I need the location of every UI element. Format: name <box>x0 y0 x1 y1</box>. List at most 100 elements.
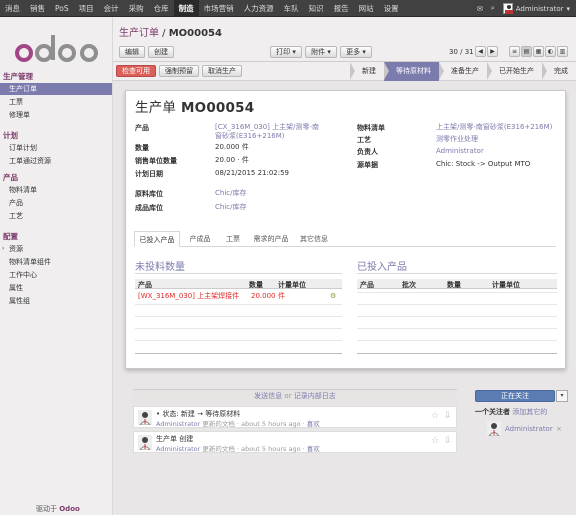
list-view-icon[interactable]: ≡ <box>509 46 520 57</box>
top-menu-item[interactable]: 消息 <box>0 0 25 17</box>
sidebar-item-label: 工票 <box>9 98 23 106</box>
status-step[interactable]: 等待原材料 <box>384 62 439 81</box>
tab[interactable]: 已投入产品 <box>134 231 180 247</box>
kanban-view-icon[interactable]: ▦ <box>533 46 544 57</box>
close-icon[interactable]: × <box>556 425 562 434</box>
previous-record-icon[interactable]: ◀ <box>475 46 486 57</box>
chatter-message: • 状态: 新建 → 等待原材料 Administrator 更新的文档 · ab… <box>133 406 457 428</box>
message-author[interactable]: Administrator <box>156 445 200 453</box>
check-availability-button[interactable]: 检查可用 <box>116 65 156 77</box>
sidebar-item[interactable]: 产品 <box>0 197 112 209</box>
table-row-uom[interactable]: 件 <box>278 292 285 301</box>
sidebar-item[interactable]: 生产订单 <box>0 83 112 95</box>
sidebar-item[interactable]: 工单通过资源 <box>0 155 112 167</box>
status-step[interactable]: 完成 <box>542 62 576 81</box>
sidebar-section-title: 生产管理 <box>3 72 33 81</box>
top-menu-item[interactable]: 采购 <box>124 0 149 17</box>
status-step[interactable]: 新建 <box>350 62 384 81</box>
field-value[interactable]: 上主架/测零-南窗砂浆(E316+216M) <box>436 123 552 132</box>
field-value[interactable]: 20.00 · 件 <box>215 156 249 165</box>
field-label: 负责人 <box>357 148 378 156</box>
top-menu-item[interactable]: 报告 <box>329 0 354 17</box>
edit-button[interactable]: 编辑 <box>119 46 145 58</box>
table-row-qty[interactable]: 20.000 <box>251 292 276 301</box>
breadcrumb-parent[interactable]: 生产订单 <box>119 28 159 39</box>
field-value[interactable]: [CX_316M_030] 上主架/测零-南窗砂浆(E316+216M) <box>215 123 325 141</box>
sidebar-item[interactable]: 修理单 <box>0 109 112 121</box>
field-value[interactable]: Chic/库存 <box>215 203 246 212</box>
form-view-icon[interactable]: ▤ <box>521 46 532 57</box>
top-menu-item[interactable]: 网站 <box>354 0 379 17</box>
star-icon[interactable]: ☆ <box>431 436 439 446</box>
sidebar-item-label: 工艺 <box>9 212 23 220</box>
force-reserve-button[interactable]: 强制预留 <box>159 65 199 77</box>
top-menu-item[interactable]: 设置 <box>379 0 404 17</box>
sidebar-item-label: 物料清单组件 <box>9 258 51 266</box>
chat-icon[interactable]: ✉ <box>477 5 483 13</box>
top-menu-item[interactable]: 人力资源 <box>239 0 279 17</box>
top-menu-item[interactable]: PoS <box>50 0 74 17</box>
sidebar-item[interactable]: 属性 <box>0 282 112 294</box>
message-author[interactable]: Administrator <box>156 420 200 428</box>
cancel-production-button[interactable]: 取消生产 <box>202 65 242 77</box>
download-icon[interactable]: ⇩ <box>444 436 452 446</box>
tab[interactable]: 工票 <box>220 231 246 247</box>
add-follower-link[interactable]: 添加其它的 <box>512 408 547 416</box>
sidebar-item[interactable]: › 资源 <box>0 243 112 255</box>
sidebar-item[interactable]: 工作中心 <box>0 269 112 281</box>
top-menu-item[interactable]: 制造 <box>173 0 199 17</box>
sidebar-item[interactable]: 工票 <box>0 96 112 108</box>
help-icon[interactable]: ⌕ <box>491 4 495 13</box>
following-button[interactable]: 正在关注 <box>475 390 555 402</box>
section-divider <box>357 273 557 274</box>
top-menu-item[interactable]: 销售 <box>25 0 50 17</box>
row-divider <box>135 304 342 305</box>
attachment-dropdown[interactable]: 附件 ▾ <box>305 46 337 58</box>
table-row-product[interactable]: [WX_316M_030] 上主架焊接件 <box>138 292 239 301</box>
field-value[interactable]: Chic/库存 <box>215 189 246 198</box>
top-menu-item[interactable]: 市场营销 <box>199 0 239 17</box>
top-menu-item[interactable]: 项目 <box>74 0 99 17</box>
field-value[interactable]: Chic: Stock -> Output MTO <box>436 160 530 169</box>
next-record-icon[interactable]: ▶ <box>487 46 498 57</box>
top-menu-item[interactable]: 知识 <box>304 0 329 17</box>
sidebar-item[interactable]: 属性组 <box>0 295 112 307</box>
main-content: 生产单 MO00054 产品 [CX_316M_030] 上主架/测零-南窗砂浆(… <box>113 81 576 515</box>
field-value[interactable]: 测零作业处理 <box>436 135 478 144</box>
top-menu-item[interactable]: 车队 <box>279 0 304 17</box>
field-value[interactable]: 08/21/2015 21:02:59 <box>215 169 289 178</box>
sidebar-item[interactable]: 订单计划 <box>0 142 112 154</box>
star-icon[interactable]: ☆ <box>431 411 439 421</box>
sidebar-item[interactable]: 物料清单组件 <box>0 256 112 268</box>
create-button[interactable]: 创建 <box>148 46 174 58</box>
tab[interactable]: 其它信息 <box>296 231 332 247</box>
row-divider <box>135 340 342 341</box>
top-menu-item[interactable]: 仓库 <box>149 0 174 17</box>
sidebar-item[interactable]: 工艺 <box>0 210 112 222</box>
chevron-right-icon: › <box>2 245 5 252</box>
graph-view-icon[interactable]: ▥ <box>557 46 568 57</box>
more-dropdown[interactable]: 更多 ▾ <box>340 46 372 58</box>
like-link[interactable]: 喜欢 <box>307 445 320 453</box>
calendar-view-icon[interactable]: ◐ <box>545 46 556 57</box>
download-icon[interactable]: ⇩ <box>444 411 452 421</box>
status-step[interactable]: 已开始生产 <box>487 62 542 81</box>
tab[interactable]: 需求的产品 <box>248 231 294 247</box>
follower-name[interactable]: Administrator <box>505 425 553 434</box>
table-footer-line <box>357 353 557 354</box>
sidebar-item[interactable]: 物料清单 <box>0 184 112 196</box>
tab[interactable]: 产成品 <box>182 231 218 247</box>
status-step[interactable]: 准备生产 <box>439 62 487 81</box>
col-uom: 计量单位 <box>492 281 520 289</box>
print-dropdown[interactable]: 打印 ▾ <box>270 46 302 58</box>
top-menu-item[interactable]: 会计 <box>99 0 124 17</box>
user-name: Administrator <box>515 4 564 13</box>
field-value[interactable]: 20.000 件 <box>215 143 249 152</box>
consume-icon[interactable]: ⚙ <box>330 292 336 301</box>
send-message-link[interactable]: 发送信息 <box>254 392 282 400</box>
field-value[interactable]: Administrator <box>436 147 484 156</box>
log-note-link[interactable]: 记录内部日志 <box>294 392 336 400</box>
user-menu[interactable]: Administrator ▾ <box>502 3 570 14</box>
chevron-down-icon[interactable]: ▾ <box>556 390 568 402</box>
like-link[interactable]: 喜欢 <box>307 420 320 428</box>
